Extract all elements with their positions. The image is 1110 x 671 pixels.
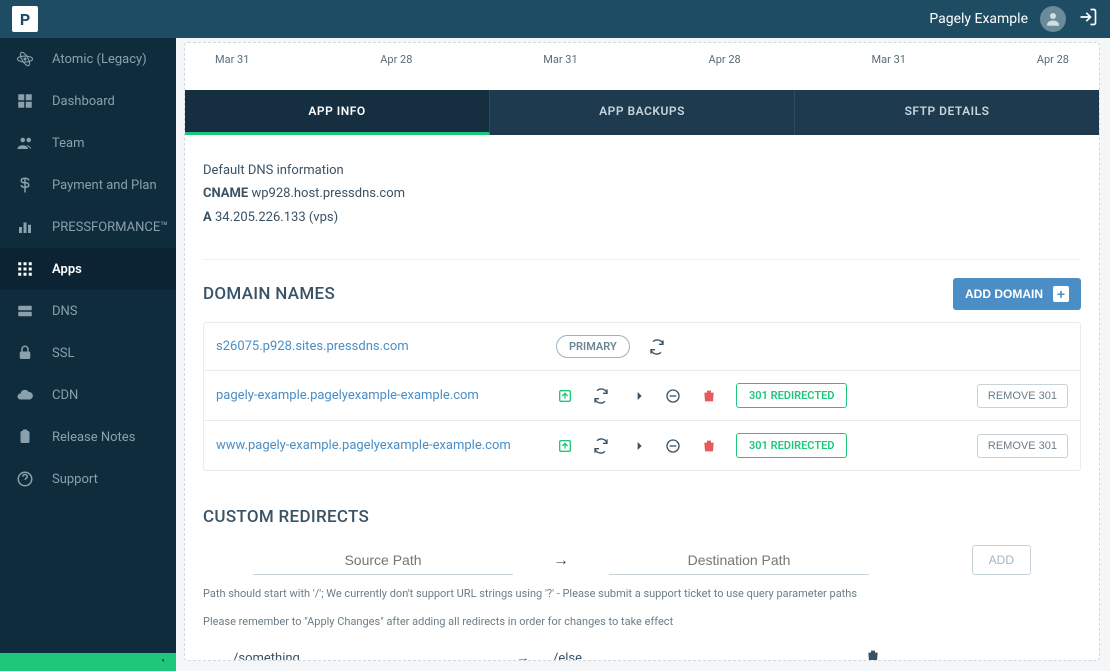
sidebar-item-pressformance[interactable]: PRESSFORMANCE™: [0, 206, 176, 248]
redirect-chip: 301 REDIRECTED: [736, 383, 847, 408]
disable-icon[interactable]: [664, 387, 682, 405]
sidebar-item-label: SSL: [52, 346, 74, 361]
domain-table: s26075.p928.sites.pressdns.com PRIMARY p…: [203, 322, 1081, 471]
help-text-1: Path should start with '/'; We currently…: [203, 585, 1081, 603]
redirect-form: → ADD: [203, 545, 1081, 575]
date-label: Apr 28: [1037, 53, 1069, 66]
dns-icon: [16, 302, 34, 320]
open-icon[interactable]: [556, 437, 574, 455]
domain-name[interactable]: s26075.p928.sites.pressdns.com: [216, 339, 556, 354]
tab-app-info[interactable]: APP INFO: [185, 90, 490, 135]
refresh-icon[interactable]: [648, 338, 666, 356]
user-name: Pagely Example: [929, 11, 1028, 27]
sidebar-collapse[interactable]: [0, 653, 176, 671]
cname-value: wp928.host.pressdns.com: [251, 186, 405, 201]
sidebar: Atomic (Legacy) Dashboard Team Payment a…: [0, 38, 176, 671]
domain-name[interactable]: www.pagely-example.pagelyexample-example…: [216, 438, 556, 453]
domain-row: pagely-example.pagelyexample-example.com…: [204, 371, 1080, 421]
main-content: Mar 31 Apr 28 Mar 31 Apr 28 Mar 31 Apr 2…: [184, 42, 1100, 661]
sidebar-item-label: Release Notes: [52, 430, 135, 445]
sidebar-item-ssl[interactable]: SSL: [0, 332, 176, 374]
source-path-input[interactable]: [253, 546, 513, 575]
tabs: APP INFO APP BACKUPS SFTP DETAILS: [185, 90, 1099, 135]
refresh-icon[interactable]: [592, 437, 610, 455]
delete-redirect-button[interactable]: [865, 648, 881, 661]
sidebar-item-apps[interactable]: Apps: [0, 248, 176, 290]
clipboard-icon: [16, 428, 34, 446]
redirect-chip: 301 REDIRECTED: [736, 433, 847, 458]
sidebar-item-label: CDN: [52, 388, 78, 403]
primary-chip: PRIMARY: [556, 335, 630, 358]
tab-app-backups[interactable]: APP BACKUPS: [490, 90, 795, 135]
sidebar-item-label: Apps: [52, 262, 82, 277]
refresh-icon[interactable]: [592, 387, 610, 405]
disable-icon[interactable]: [664, 437, 682, 455]
arrow-right-icon[interactable]: [628, 437, 646, 455]
sidebar-item-label: Dashboard: [52, 94, 115, 109]
arrow-right-icon[interactable]: [628, 387, 646, 405]
date-label: Mar 31: [872, 53, 906, 66]
sidebar-item-label: PRESSFORMANCE™: [52, 220, 168, 235]
sidebar-item-dns[interactable]: DNS: [0, 290, 176, 332]
cname-label: CNAME: [203, 186, 248, 201]
tab-sftp-details[interactable]: SFTP DETAILS: [795, 90, 1099, 135]
sidebar-item-support[interactable]: Support: [0, 458, 176, 500]
sidebar-item-team[interactable]: Team: [0, 122, 176, 164]
destination-path-input[interactable]: [609, 546, 869, 575]
sidebar-item-payment[interactable]: Payment and Plan: [0, 164, 176, 206]
domain-row: www.pagely-example.pagelyexample-example…: [204, 421, 1080, 470]
sidebar-item-cdn[interactable]: CDN: [0, 374, 176, 416]
trash-icon[interactable]: [700, 387, 718, 405]
topbar: P Pagely Example: [0, 0, 1110, 38]
a-value: 34.205.226.133 (vps): [215, 210, 338, 225]
sidebar-item-label: Payment and Plan: [52, 178, 157, 193]
remove-301-button[interactable]: REMOVE 301: [977, 434, 1068, 458]
dashboard-icon: [16, 92, 34, 110]
add-domain-label: ADD DOMAIN: [965, 287, 1043, 301]
arrow-icon: →: [553, 550, 569, 570]
sidebar-item-dashboard[interactable]: Dashboard: [0, 80, 176, 122]
sidebar-item-label: Team: [52, 136, 85, 151]
chart-icon: [16, 218, 34, 236]
sidebar-item-label: DNS: [52, 304, 78, 319]
dns-info: Default DNS information CNAME wp928.host…: [203, 159, 1081, 229]
sidebar-item-label: Atomic (Legacy): [52, 52, 147, 67]
add-domain-button[interactable]: ADD DOMAIN +: [953, 278, 1081, 310]
redirect-destination: /else: [553, 651, 813, 661]
logout-icon[interactable]: [1078, 7, 1098, 31]
dates-row: Mar 31 Apr 28 Mar 31 Apr 28 Mar 31 Apr 2…: [185, 43, 1099, 90]
dns-heading: Default DNS information: [203, 159, 1081, 182]
redirects-title: CUSTOM REDIRECTS: [203, 507, 1081, 527]
redirect-row: /something → /else: [203, 638, 1081, 661]
trash-icon[interactable]: [700, 437, 718, 455]
redirect-source: /something: [233, 651, 493, 661]
help-text-2: Please remember to "Apply Changes" after…: [203, 613, 1081, 631]
plus-icon: +: [1053, 286, 1069, 302]
remove-301-button[interactable]: REMOVE 301: [977, 384, 1068, 408]
logo-letter: P: [20, 10, 30, 29]
sidebar-item-release-notes[interactable]: Release Notes: [0, 416, 176, 458]
domains-title: DOMAIN NAMES: [203, 284, 335, 304]
dollar-icon: [16, 176, 34, 194]
date-label: Mar 31: [215, 53, 249, 66]
domain-name[interactable]: pagely-example.pagelyexample-example.com: [216, 388, 556, 403]
domain-row: s26075.p928.sites.pressdns.com PRIMARY: [204, 323, 1080, 371]
open-icon[interactable]: [556, 387, 574, 405]
date-label: Apr 28: [380, 53, 412, 66]
sidebar-item-atomic[interactable]: Atomic (Legacy): [0, 38, 176, 80]
sidebar-item-label: Support: [52, 472, 98, 487]
team-icon: [16, 134, 34, 152]
add-redirect-button[interactable]: ADD: [972, 545, 1031, 575]
cloud-icon: [16, 386, 34, 404]
a-label: A: [203, 210, 212, 225]
date-label: Apr 28: [709, 53, 741, 66]
help-icon: [16, 470, 34, 488]
atom-icon: [16, 50, 34, 68]
date-label: Mar 31: [543, 53, 577, 66]
apps-icon: [16, 260, 34, 278]
avatar[interactable]: [1040, 6, 1066, 32]
logo[interactable]: P: [12, 6, 38, 32]
lock-icon: [16, 344, 34, 362]
arrow-icon: →: [493, 650, 553, 661]
